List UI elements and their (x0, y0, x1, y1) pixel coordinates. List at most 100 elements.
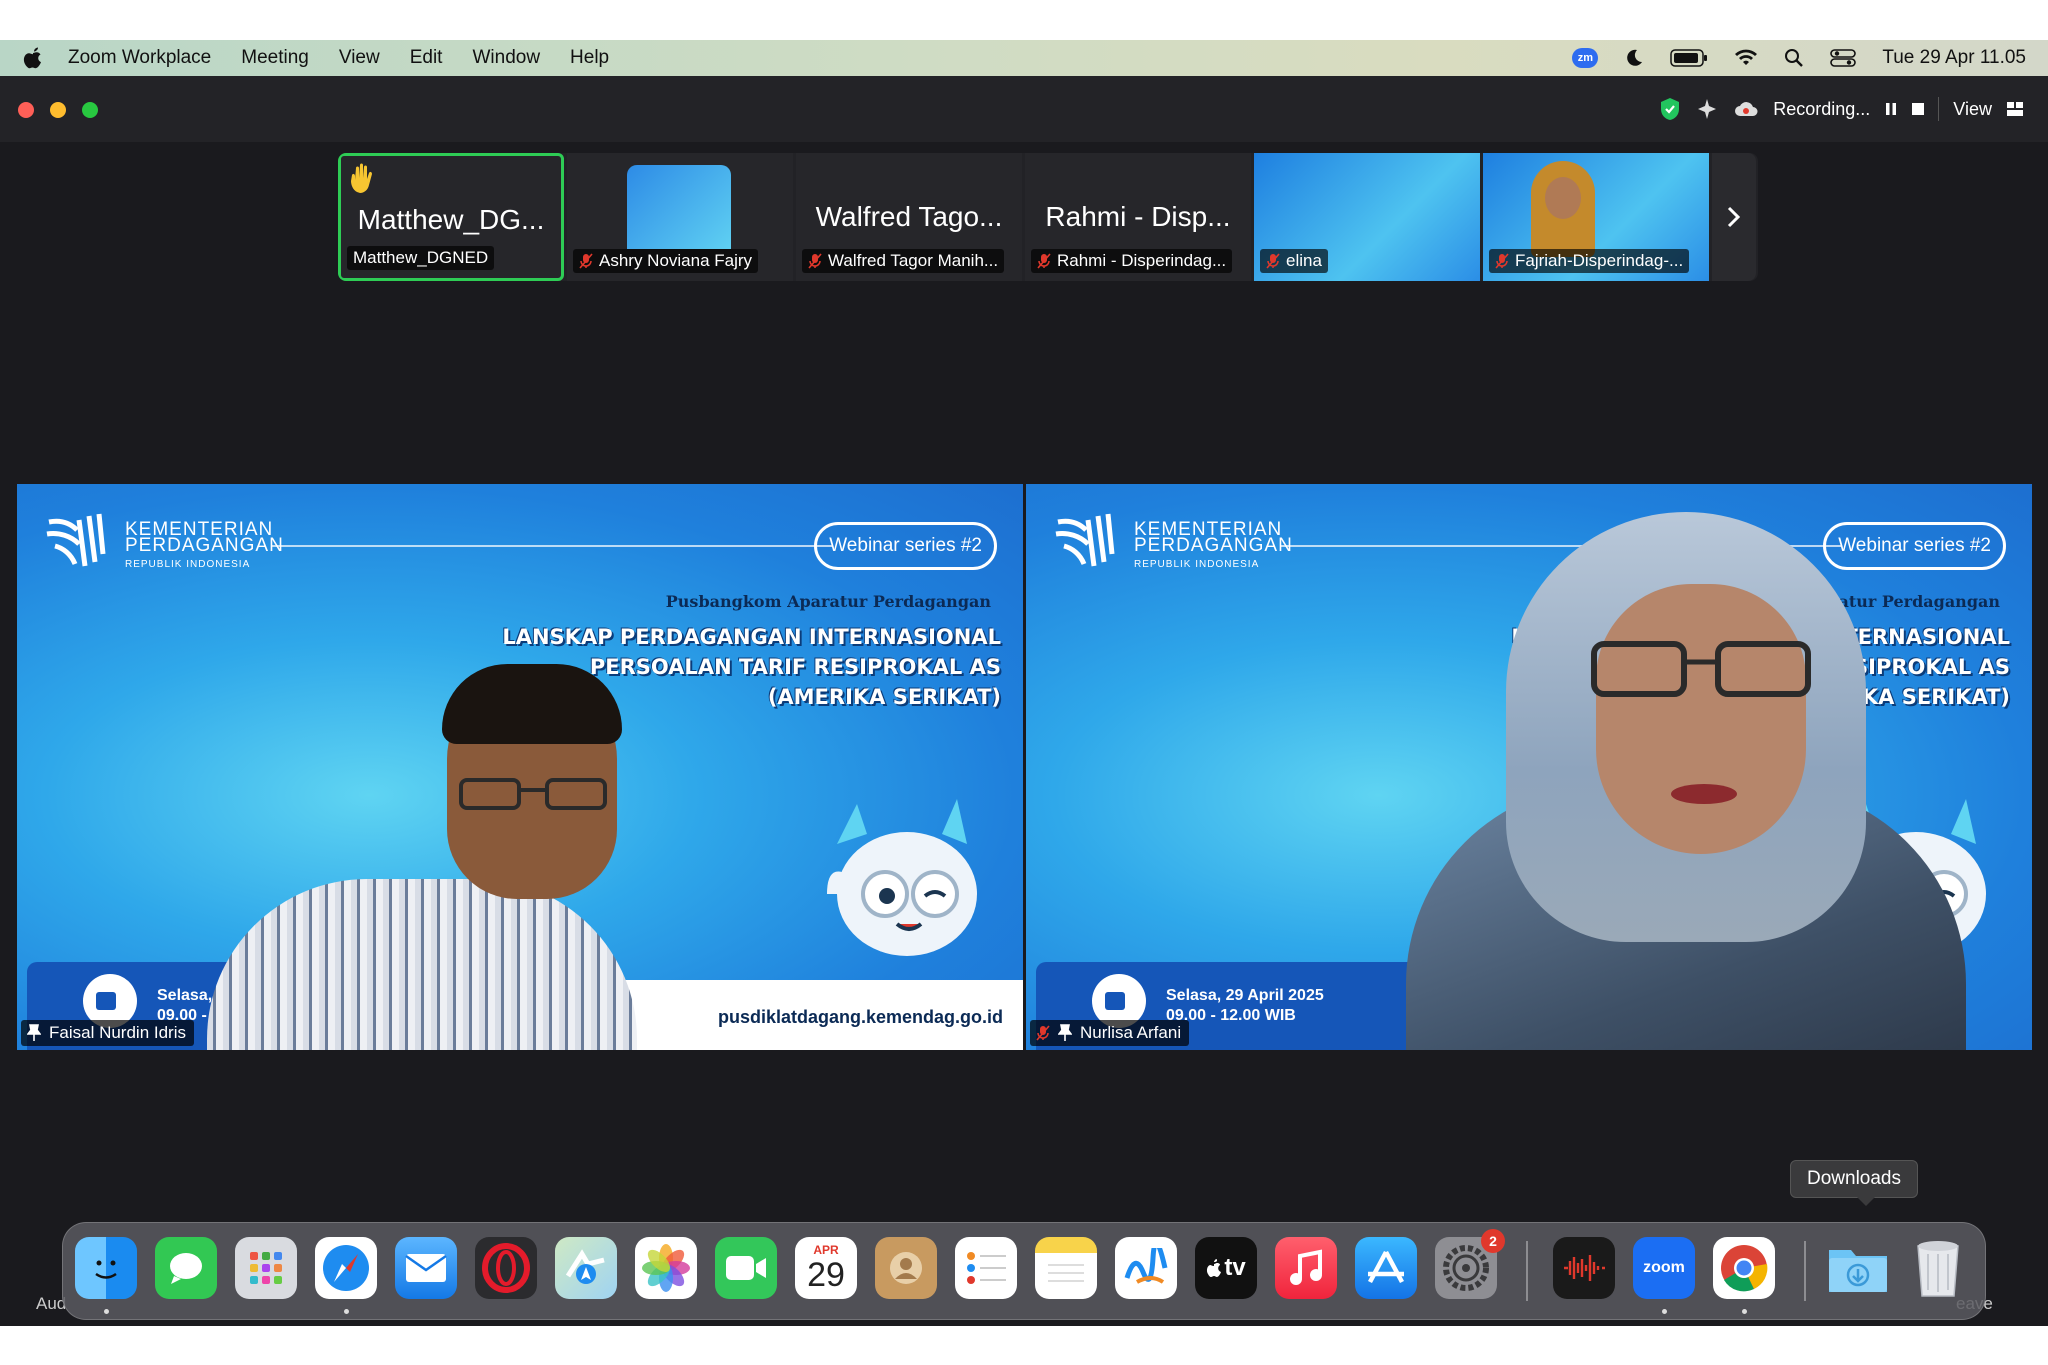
facetime-icon[interactable] (715, 1237, 777, 1299)
zoom-app-label: zoom (1643, 1259, 1685, 1276)
menu-view[interactable]: View (339, 47, 380, 69)
window-titlebar: Recording... View (0, 76, 2048, 142)
participant-name: Ashry Noviana Fajry (599, 251, 753, 270)
menu-bar: Zoom Workplace Meeting View Edit Window … (0, 40, 2048, 76)
ministry-name: KEMENTERIAN PERDAGANGAN REPUBLIK INDONESIA (1134, 520, 1293, 573)
participant-display-name: Rahmi - Disp... (1045, 201, 1231, 232)
participant-tile-elina[interactable]: elina (1254, 153, 1480, 281)
zoom-app-icon[interactable]: zoom (1633, 1237, 1695, 1299)
app-store-icon[interactable] (1355, 1237, 1417, 1299)
menubar-clock[interactable]: Tue 29 Apr 11.05 (1882, 47, 2026, 69)
next-page-button[interactable] (1712, 153, 1756, 281)
voice-memos-icon[interactable] (1553, 1237, 1615, 1299)
stop-recording-icon[interactable] (1912, 103, 1925, 115)
slide-title-line1: LANSKAP PERDAGANGAN INTERNASIONAL (502, 625, 1001, 649)
system-settings-icon[interactable]: 2 (1435, 1229, 1505, 1299)
minimize-window-button[interactable] (50, 102, 66, 118)
photos-icon[interactable] (635, 1237, 697, 1299)
ai-companion-sparkle-icon[interactable] (1695, 97, 1719, 121)
safari-icon[interactable] (315, 1237, 377, 1299)
calendar-day: 29 (807, 1256, 845, 1294)
downloads-folder-icon[interactable] (1827, 1237, 1889, 1299)
spotlight-search-icon[interactable] (1784, 48, 1804, 68)
participant-name-tag: Fajriah-Disperindag-... (1489, 249, 1690, 273)
running-indicator (344, 1309, 349, 1314)
participant-thumbnail-strip: Matthew_DG... Matthew_DGNED Ashry Novian… (338, 153, 1758, 281)
calendar-icon[interactable]: APR 29 (795, 1237, 857, 1299)
speaker-nurlisa-mouth (1671, 784, 1737, 804)
zoom-meeting-window: Recording... View Matthew_DG... Matthew_… (0, 76, 2048, 1326)
slide-organizer: Pusbangkom Aparatur Perdagangan (665, 592, 991, 611)
messages-icon[interactable] (155, 1237, 217, 1299)
menu-edit[interactable]: Edit (410, 47, 443, 69)
slide-title-line2: PERSOALAN TARIF RESIPROKAL AS (589, 655, 1001, 679)
webinar-series-badge: Webinar series #2 (814, 522, 997, 570)
focus-moon-icon[interactable] (1624, 48, 1644, 68)
view-grid-icon[interactable] (2006, 101, 2024, 117)
reminders-icon[interactable] (955, 1237, 1017, 1299)
encryption-shield-icon[interactable] (1659, 97, 1681, 121)
apple-tv-label: tv (1224, 1254, 1246, 1281)
ministry-logo-icon (1055, 513, 1115, 567)
mic-muted-icon (1495, 253, 1509, 269)
cloud-recording-icon[interactable] (1733, 99, 1759, 119)
ministry-line3: REPUBLIK INDONESIA (125, 559, 251, 570)
mic-muted-icon (808, 253, 822, 269)
participant-name: Matthew_DGNED (353, 248, 489, 267)
running-indicator (1742, 1309, 1747, 1314)
participant-tile-matthew[interactable]: Matthew_DG... Matthew_DGNED (338, 153, 564, 281)
maps-icon[interactable] (555, 1237, 617, 1299)
battery-icon[interactable] (1670, 49, 1708, 67)
slide-url-bar: pusdiklatdagang.kemendag.go.id (593, 980, 1023, 1050)
mic-muted-icon (1266, 253, 1280, 269)
music-icon[interactable] (1275, 1237, 1337, 1299)
apple-icon[interactable] (22, 46, 44, 70)
menu-window[interactable]: Window (472, 47, 540, 69)
mail-icon[interactable] (395, 1237, 457, 1299)
wifi-icon[interactable] (1734, 49, 1758, 67)
participant-name: Rahmi - Disperindag... (1057, 251, 1227, 270)
pause-recording-icon[interactable] (1884, 102, 1898, 116)
launchpad-icon[interactable] (235, 1237, 297, 1299)
menu-help[interactable]: Help (570, 47, 609, 69)
participant-name-tag: Walfred Tagor Manih... (802, 249, 1005, 273)
ministry-name: KEMENTERIAN PERDAGANGAN REPUBLIK INDONESIA (125, 520, 284, 573)
menu-app-name[interactable]: Zoom Workplace (68, 47, 211, 69)
slide-date-time: Selasa, 29 April 202509.00 - 12.00 WIB (1166, 986, 1324, 1026)
participant-name-tag: elina (1260, 249, 1328, 273)
opera-icon[interactable] (475, 1237, 537, 1299)
chrome-icon[interactable] (1713, 1237, 1775, 1299)
contacts-icon[interactable] (875, 1237, 937, 1299)
apple-tv-icon[interactable]: tv (1195, 1237, 1257, 1299)
zoom-status-icon[interactable]: zm (1572, 48, 1599, 68)
chevron-right-icon (1727, 206, 1741, 228)
participant-name: Faisal Nurdin Idris (49, 1023, 186, 1042)
participant-display-name: Walfred Tago... (815, 201, 1003, 232)
participant-name-tag: Ashry Noviana Fajry (573, 249, 759, 273)
maximize-window-button[interactable] (82, 102, 98, 118)
meeting-toolbar: Recording... View (1659, 93, 2024, 125)
pinned-icon (27, 1024, 41, 1041)
menu-meeting[interactable]: Meeting (241, 47, 309, 69)
close-window-button[interactable] (18, 102, 34, 118)
raised-hand-icon (351, 163, 372, 193)
participant-name: Walfred Tagor Manih... (828, 251, 999, 270)
freeform-icon[interactable] (1115, 1237, 1177, 1299)
slide-title-line3: (AMERIKA SERIKAT) (767, 685, 1001, 709)
trash-icon[interactable] (1907, 1237, 1969, 1299)
toolbar-divider (1938, 97, 1940, 121)
finder-icon[interactable] (75, 1237, 137, 1299)
participant-tile-fajriah[interactable]: Fajriah-Disperindag-... (1483, 153, 1709, 281)
running-indicator (1662, 1309, 1667, 1314)
control-center-icon[interactable] (1830, 48, 1857, 68)
video-tile-nurlisa[interactable]: KEMENTERIAN PERDAGANGAN REPUBLIK INDONESIA… (1026, 484, 2032, 1050)
ministry-logo-icon (46, 513, 106, 567)
participant-tile-ashry[interactable]: Ashry Noviana Fajry (567, 153, 793, 281)
participant-tile-walfred[interactable]: Walfred Tago... Walfred Tagor Manih... (796, 153, 1022, 281)
notes-icon[interactable] (1035, 1237, 1097, 1299)
video-tile-faisal[interactable]: KEMENTERIAN PERDAGANGAN REPUBLIK INDONESIA… (17, 484, 1023, 1050)
participant-tile-rahmi[interactable]: Rahmi - Disp... Rahmi - Disperindag... (1025, 153, 1251, 281)
view-button[interactable]: View (1953, 99, 1992, 120)
running-indicator (104, 1309, 109, 1314)
speaker-faisal-hair (442, 664, 622, 744)
